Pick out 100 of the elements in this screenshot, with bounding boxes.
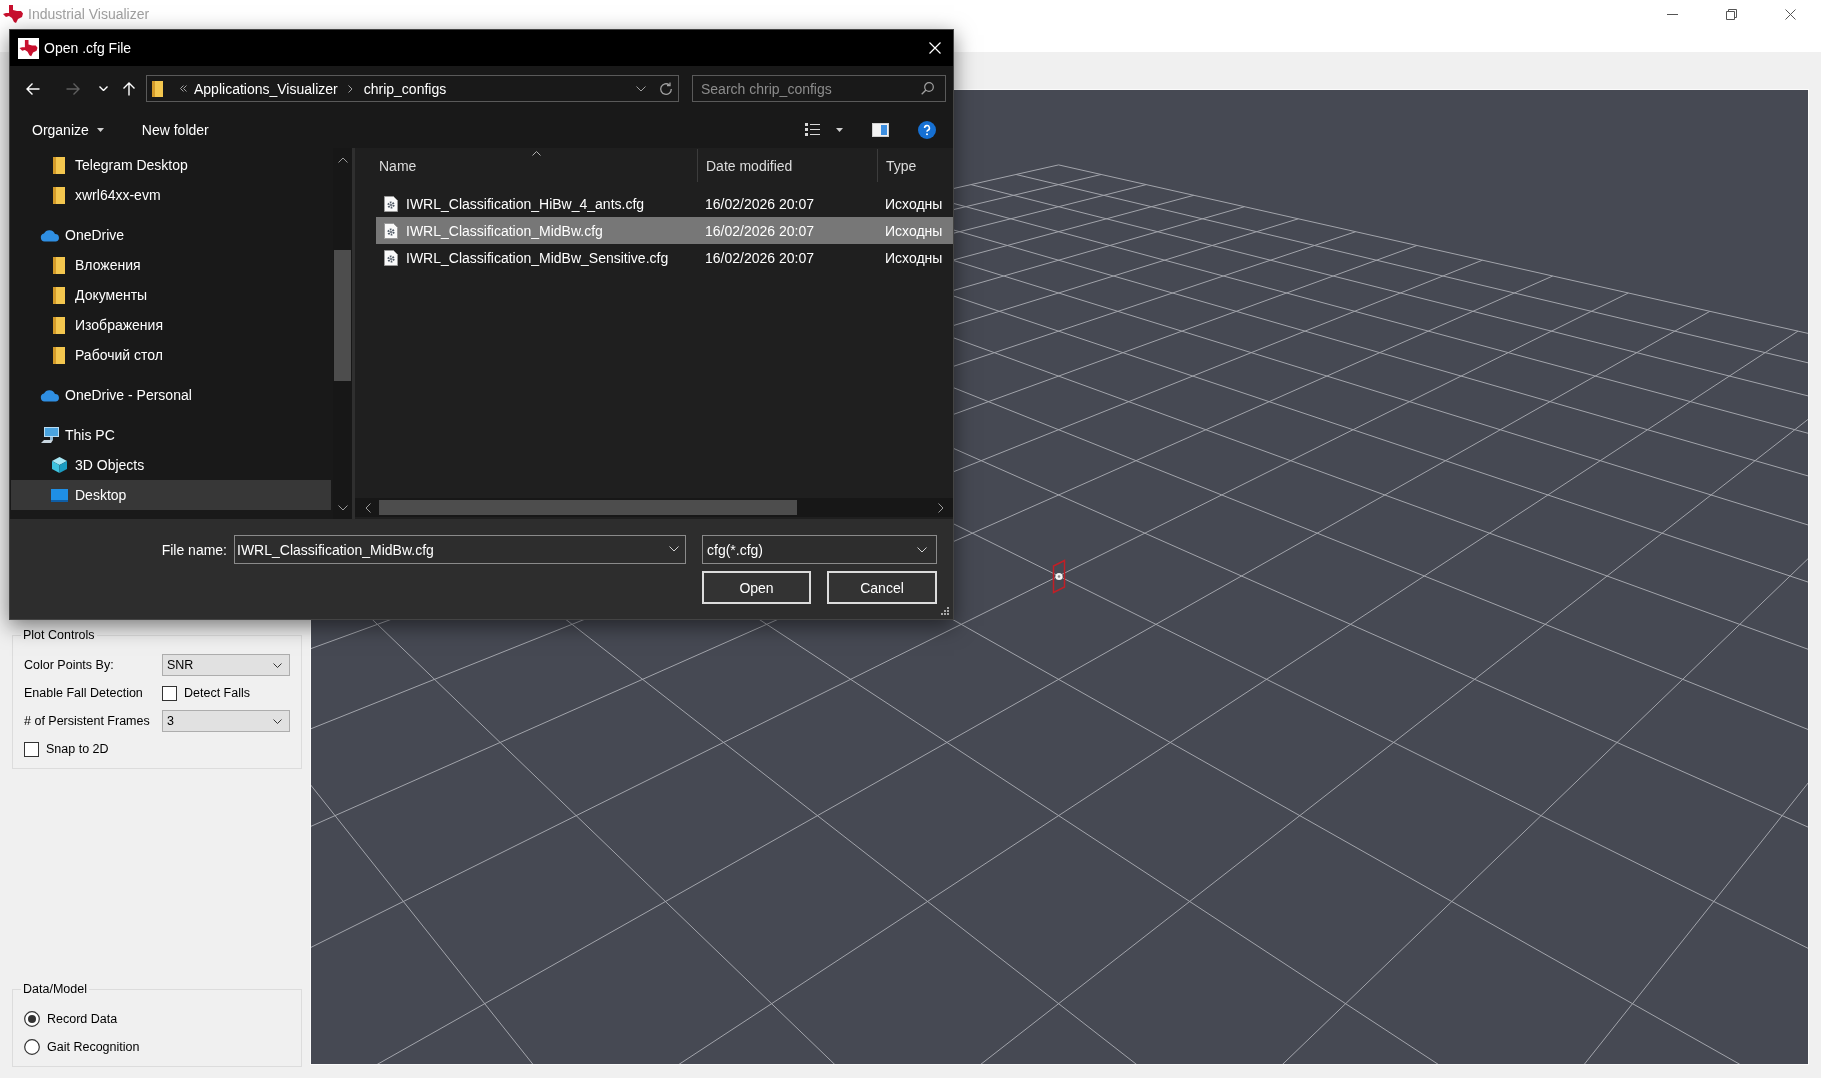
address-bar[interactable]: Applications_Visualizer chrip_configs [146, 75, 679, 102]
nav-tree-item[interactable]: This PC [11, 420, 331, 450]
horizontal-scrollbar[interactable] [355, 498, 953, 517]
chevron-down-icon[interactable] [636, 85, 646, 92]
folder-icon [53, 346, 65, 364]
sort-caret-icon [531, 151, 541, 156]
radio-label[interactable]: Record Data [47, 1012, 118, 1026]
up-arrow-icon[interactable] [123, 81, 135, 96]
file-name-field[interactable]: IWRL_Classification_MidBw.cfg [234, 535, 686, 564]
chevron-up-icon[interactable] [337, 157, 348, 163]
folder-icon [152, 80, 163, 97]
file-type-select[interactable]: cfg(*.cfg) [702, 535, 937, 564]
app-logo-icon [3, 5, 23, 23]
checkbox[interactable] [162, 685, 177, 701]
file-name: IWRL_Classification_MidBw.cfg [406, 222, 603, 239]
file-type: Исходны [885, 249, 943, 266]
checkbox[interactable] [24, 741, 39, 757]
scrollbar-thumb[interactable] [379, 500, 797, 515]
dropdown-select[interactable]: SNR [162, 654, 290, 676]
nav-tree-item[interactable]: Telegram Desktop [11, 150, 331, 180]
desktop-icon [51, 488, 68, 502]
file-type: Исходны [885, 195, 943, 212]
radio-button[interactable] [24, 1011, 40, 1027]
menu-button[interactable]: Organize [32, 121, 104, 138]
folder-icon [53, 256, 65, 274]
close-icon[interactable] [1785, 8, 1796, 20]
cancel-button[interactable]: Cancel [827, 571, 937, 604]
chevron-down-icon[interactable] [337, 505, 348, 511]
cube-icon [51, 456, 68, 474]
folder-icon [53, 316, 65, 334]
folder-icon [53, 186, 65, 204]
nav-tree-item[interactable]: xwrl64xx-evm [11, 180, 331, 210]
chevron-down-icon [273, 662, 282, 668]
minimize-icon[interactable] [1667, 13, 1678, 15]
field-label: Enable Fall Detection [24, 685, 144, 702]
column-header[interactable]: Name [376, 149, 697, 182]
date-modified: 16/02/2026 20:07 [705, 195, 814, 212]
app-logo-icon [18, 37, 39, 59]
chevron-left-icon[interactable] [365, 502, 371, 513]
file-name: IWRL_Classification_HiBw_4_ants.cfg [406, 195, 645, 212]
column-header[interactable]: Type [877, 149, 953, 182]
file-type: Исходны [885, 222, 943, 239]
dropdown-select[interactable]: 3 [162, 710, 290, 732]
preview-pane-icon[interactable] [872, 122, 889, 137]
file-row[interactable]: IWRL_Classification_MidBw.cfg 16/02/2026 20:07 Исходны [376, 217, 953, 244]
help-icon[interactable] [918, 120, 936, 139]
nav-tree-item[interactable]: OneDrive - Personal [11, 380, 331, 410]
open-button[interactable]: Open [702, 571, 811, 604]
file-row[interactable]: IWRL_Classification_MidBw_Sensitive.cfg 16/02/2026 20:07 Исходны [376, 244, 953, 271]
field-label: File name: [161, 541, 227, 558]
checkbox-label[interactable]: Detect Falls [184, 686, 250, 700]
group-title: Plot Controls [22, 628, 96, 643]
left-arrow-icon[interactable] [26, 82, 40, 95]
file-row[interactable]: IWRL_Classification_HiBw_4_ants.cfg 16/02/2026 20:07 Исходны [376, 190, 953, 217]
nav-tree-item[interactable]: Desktop [11, 480, 331, 510]
cloud-icon [40, 228, 60, 242]
group-title: Data/Model [22, 982, 88, 997]
refresh-icon[interactable] [659, 81, 673, 96]
gear-document-icon [384, 222, 398, 239]
gear-document-icon [384, 249, 398, 266]
resize-grip-icon[interactable] [941, 607, 949, 615]
details-view-icon[interactable] [805, 123, 820, 136]
radio-button[interactable] [24, 1039, 40, 1055]
date-modified: 16/02/2026 20:07 [705, 249, 814, 266]
dialog-title: Open .cfg File [44, 40, 132, 56]
folder-icon [53, 286, 65, 304]
chevron-right-icon[interactable] [938, 502, 944, 513]
nav-tree-item[interactable]: Вложения [11, 250, 331, 280]
chevron-down-icon [917, 546, 927, 553]
nav-tree-item[interactable]: OneDrive [11, 220, 331, 250]
nav-tree-item[interactable]: 3D Objects [11, 450, 331, 480]
nav-tree-item[interactable]: Документы [11, 280, 331, 310]
chevron-right-icon[interactable] [347, 84, 353, 93]
nav-tree-item[interactable]: Изображения [11, 310, 331, 340]
checkbox-label[interactable]: Snap to 2D [46, 742, 109, 756]
window-title: Industrial Visualizer [28, 5, 150, 24]
field-label: Color Points By: [24, 657, 115, 674]
toolbar-button[interactable]: New folder [141, 121, 209, 138]
chevron-down-icon [273, 718, 282, 724]
gear-document-icon [384, 195, 398, 212]
caret-down-icon [96, 127, 104, 132]
search-icon[interactable] [921, 82, 934, 95]
computer-icon [40, 426, 60, 444]
double-chevron-icon[interactable] [180, 85, 187, 92]
caret-down-icon[interactable] [836, 127, 843, 132]
scrollbar-thumb[interactable] [334, 250, 351, 381]
file-name: IWRL_Classification_MidBw_Sensitive.cfg [406, 249, 669, 266]
restore-icon[interactable] [1726, 8, 1737, 20]
breadcrumb-item[interactable]: Applications_Visualizer [194, 80, 338, 97]
radio-label[interactable]: Gait Recognition [47, 1040, 140, 1054]
column-header[interactable]: Date modified [697, 149, 877, 182]
chevron-down-icon[interactable] [669, 546, 679, 552]
marker-icon [1052, 559, 1066, 594]
nav-tree-item[interactable]: Рабочий стол [11, 340, 331, 370]
date-modified: 16/02/2026 20:07 [705, 222, 814, 239]
search-field[interactable]: Search chrip_configs [692, 75, 946, 102]
field-label: # of Persistent Frames [24, 713, 151, 730]
cloud-icon [40, 388, 60, 402]
folder-icon [53, 156, 65, 174]
breadcrumb-item[interactable]: chrip_configs [363, 80, 447, 97]
